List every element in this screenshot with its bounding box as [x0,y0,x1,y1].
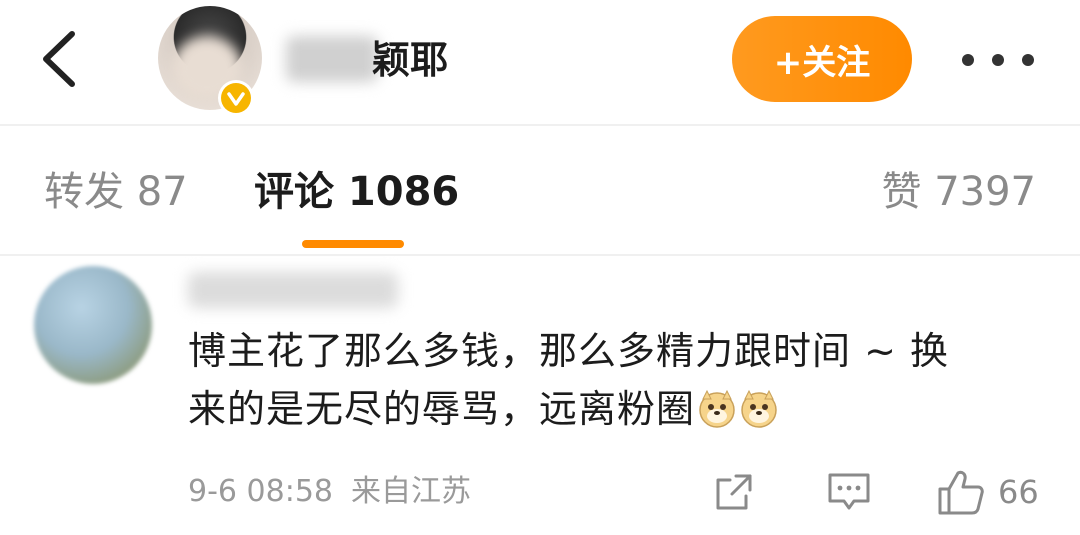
comment-timestamp: 9-6 08:58 [188,474,333,509]
like-count: 66 [998,473,1039,511]
like-button[interactable]: 66 [936,464,1039,520]
username-blurred [286,36,378,82]
comment-line-2: 来的是无尽的辱骂，远离粉圈 [188,387,696,431]
verified-badge-icon [218,80,254,116]
back-button[interactable] [32,24,92,94]
more-icon[interactable] [962,40,1034,80]
tab-reposts[interactable]: 转发 87 [44,164,188,220]
tab-likes[interactable]: 赞 7397 [881,164,1036,220]
doge-emoji-icon [699,389,735,428]
share-button[interactable] [712,464,760,520]
follow-button[interactable]: +关注 [732,16,912,102]
comment-text: 博主花了那么多钱，那么多精力跟时间 ~ 换 来的是无尽的辱骂，远离粉圈 [188,322,1048,438]
reply-icon [828,473,870,510]
reply-button[interactable] [826,464,874,520]
tab-comments[interactable]: 评论 1086 [254,164,459,220]
weibo-comment-page: 颖耶 +关注 转发 87 评论 1086 赞 7397 博主花了那么多钱，那么多… [0,0,1080,535]
comment-meta: 9-6 08:58 来自江苏 [188,470,471,514]
commenter-avatar[interactable] [34,266,152,384]
header: 颖耶 +关注 [0,0,1080,124]
comment-line-1: 博主花了那么多钱，那么多精力跟时间 ~ 换 [188,329,949,373]
comment-item: 博主花了那么多钱，那么多精力跟时间 ~ 换 来的是无尽的辱骂，远离粉圈 9-6 … [0,256,1080,535]
active-tab-indicator [302,240,404,248]
like-icon [938,470,984,515]
back-arrow-icon [43,31,75,87]
doge-emoji-icon [741,389,777,428]
tab-bar: 转发 87 评论 1086 赞 7397 [0,126,1080,254]
share-icon [716,474,752,510]
commenter-name-blurred[interactable] [188,272,398,308]
author-username[interactable]: 颖耶 [372,34,448,86]
comment-location: 来自江苏 [351,474,471,509]
